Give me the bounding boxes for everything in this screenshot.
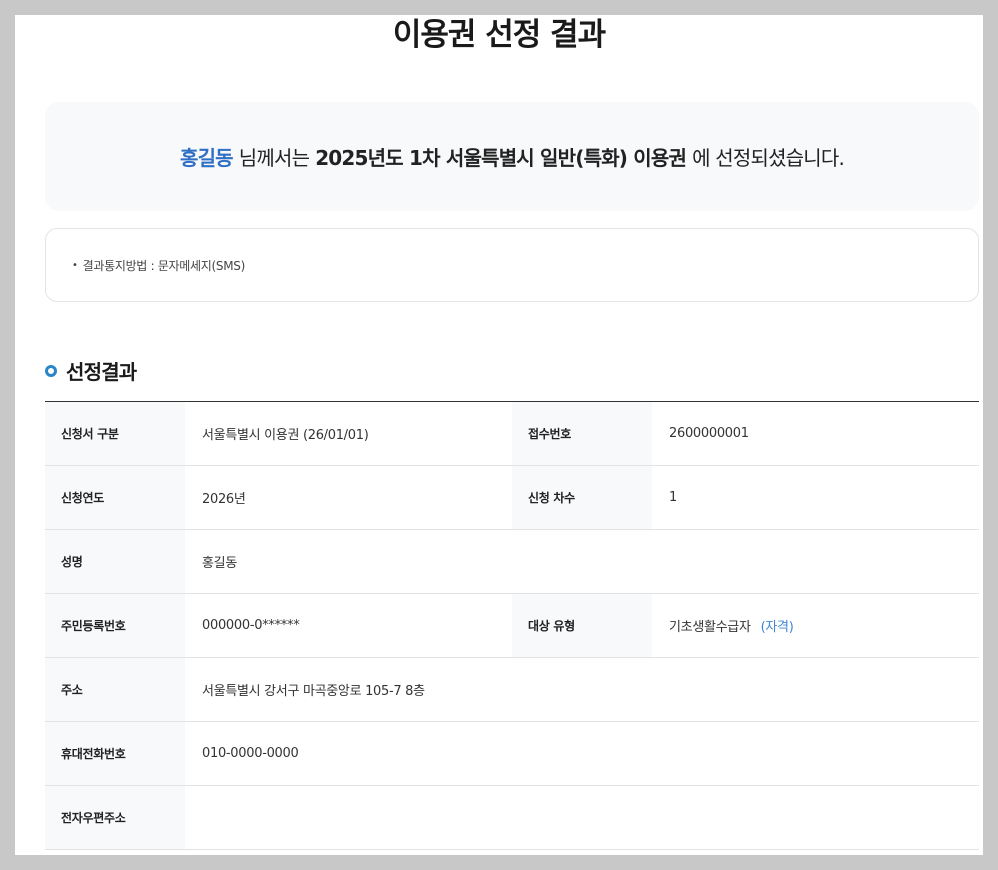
email-value <box>185 785 979 850</box>
applicant-name: 홍길동 <box>179 146 234 170</box>
info-box: • 결과통지방법 : 문자메세지(SMS) <box>45 228 979 302</box>
address-value: 서울특별시 강서구 마곡중앙로 105-7 8층 <box>185 657 979 722</box>
name-value: 홍길동 <box>185 529 979 594</box>
address-label: 주소 <box>45 657 185 722</box>
target-type-cell: 기초생활수급자 (자격) <box>652 593 979 658</box>
page-container: 이용권 선정 결과 홍길동 님께서는 2025년도 1차 서울특별시 일반(특화… <box>15 15 983 855</box>
year-value: 2026년 <box>185 465 512 530</box>
table-row: 전자우편주소 <box>45 785 979 850</box>
voucher-name: 2025년도 1차 서울특별시 일반(특화) 이용권 <box>315 146 687 170</box>
table-row: 휴대전화번호 010-0000-0000 <box>45 721 979 786</box>
qualification-link[interactable]: (자격) <box>761 620 794 635</box>
notice-text-end: 에 선정되셨습니다. <box>692 146 845 170</box>
page-title: 이용권 선정 결과 <box>392 17 606 53</box>
notification-method: 결과통지방법 : 문자메세지(SMS) <box>82 258 246 273</box>
table-row: 성명 홍길동 <box>45 529 979 594</box>
target-type-value: 기초생활수급자 <box>669 620 751 635</box>
application-type-label: 신청서 구분 <box>45 401 185 466</box>
rrn-value: 000000-0****** <box>185 593 512 658</box>
section-title: 선정결과 <box>45 356 137 385</box>
section-title-text: 선정결과 <box>66 360 137 384</box>
phone-label: 휴대전화번호 <box>45 721 185 786</box>
bullet-icon: • <box>72 259 78 271</box>
selection-notice: 홍길동 님께서는 2025년도 1차 서울특별시 일반(특화) 이용권 에 선정… <box>45 102 979 211</box>
year-label: 신청연도 <box>45 465 185 530</box>
table-row: 주소 서울특별시 강서구 마곡중앙로 105-7 8층 <box>45 657 979 722</box>
round-label: 신청 차수 <box>512 465 652 530</box>
table-row: 신청연도 2026년 신청 차수 1 <box>45 465 979 530</box>
circle-ring-icon <box>45 364 57 377</box>
application-type-value: 서울특별시 이용권 (26/01/01) <box>185 401 512 466</box>
table-row: 신청서 구분 서울특별시 이용권 (26/01/01) 접수번호 2600000… <box>45 401 979 466</box>
table-row: 주민등록번호 000000-0****** 대상 유형 기초생활수급자 (자격) <box>45 593 979 658</box>
email-label: 전자우편주소 <box>45 785 185 850</box>
rrn-label: 주민등록번호 <box>45 593 185 658</box>
round-value: 1 <box>652 465 979 530</box>
phone-value: 010-0000-0000 <box>185 721 979 786</box>
receipt-no-value: 2600000001 <box>652 401 979 466</box>
target-type-label: 대상 유형 <box>512 593 652 658</box>
notice-text-mid: 님께서는 <box>238 146 310 170</box>
result-table: 신청서 구분 서울특별시 이용권 (26/01/01) 접수번호 2600000… <box>45 401 979 850</box>
name-label: 성명 <box>45 529 185 594</box>
receipt-no-label: 접수번호 <box>512 401 652 466</box>
